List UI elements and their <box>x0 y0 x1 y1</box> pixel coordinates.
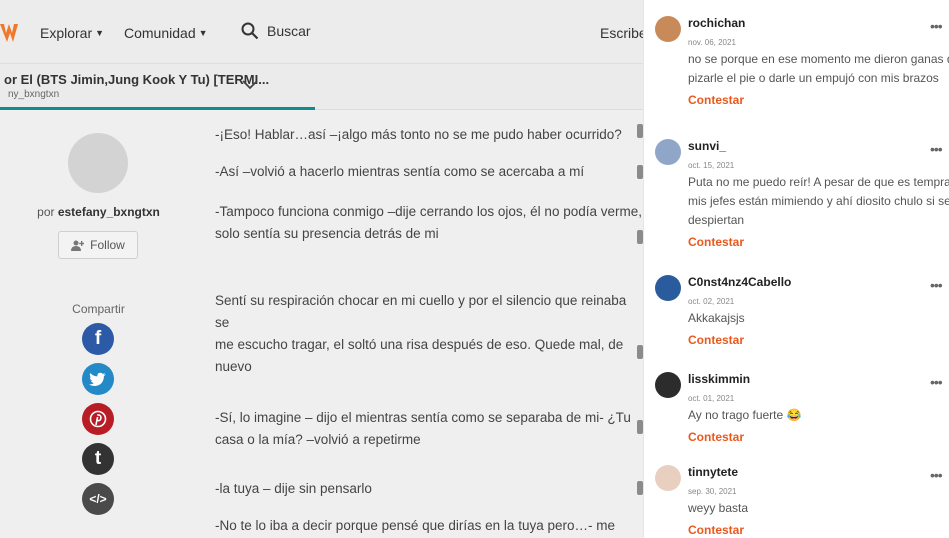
twitter-icon[interactable] <box>82 363 114 395</box>
paragraph-line: -No te lo iba a decir porque pensé que d… <box>215 518 615 533</box>
follow-button[interactable]: Follow <box>58 231 138 259</box>
story-author[interactable]: ny_bxngtxn <box>8 89 59 100</box>
community-label: Comunidad <box>124 25 196 41</box>
comment-text-line: Ay no trago fuerte 😂 <box>688 408 802 422</box>
story-paragraph: -Sí, lo imagine – dijo el mientras sentí… <box>215 407 631 451</box>
reading-progress-bar <box>0 107 643 110</box>
paragraph-line: nuevo <box>215 359 252 374</box>
tumblr-icon[interactable]: t <box>82 443 114 475</box>
explore-label: Explorar <box>40 25 93 41</box>
comment-text-line: no se porque en ese momento me dieron ga… <box>688 52 949 66</box>
commenter-avatar[interactable] <box>655 139 681 165</box>
commenter-username[interactable]: lisskimmin <box>688 372 750 386</box>
reply-button[interactable]: Contestar <box>688 235 744 249</box>
comment-text-line: despiertan <box>688 213 745 227</box>
paragraph-line: casa o la mía? –volvió a repetirme <box>215 432 421 447</box>
comment-text: Akkakajsjs <box>688 309 949 328</box>
top-navigation-bar: Explorar ▼ Comunidad ▼ Buscar Escribe <box>0 0 643 64</box>
facebook-icon[interactable]: f <box>82 323 114 355</box>
comment-text: Ay no trago fuerte 😂 <box>688 406 949 425</box>
comment-text-line: weyy basta <box>688 501 749 515</box>
commenter-username[interactable]: sunvi_ <box>688 139 726 153</box>
author-name-link[interactable]: estefany_bxngtxn <box>58 205 160 219</box>
reply-button[interactable]: Contestar <box>688 523 744 537</box>
caret-down-icon: ▼ <box>95 28 105 38</box>
commenter-username[interactable]: rochichan <box>688 16 745 30</box>
caret-down-icon: ▼ <box>198 28 208 38</box>
chevron-down-icon[interactable] <box>240 78 260 92</box>
comment-date: oct. 01, 2021 <box>688 394 735 403</box>
commenter-avatar[interactable] <box>655 372 681 398</box>
search-icon <box>241 22 259 40</box>
commenter-avatar[interactable] <box>655 16 681 42</box>
comment-date: oct. 02, 2021 <box>688 297 735 306</box>
author-avatar[interactable] <box>68 133 128 193</box>
commenter-avatar[interactable] <box>655 465 681 491</box>
story-paragraph: -No te lo iba a decir porque pensé que d… <box>215 515 615 537</box>
comment-text: no se porque en ese momento me dieron ga… <box>688 50 949 88</box>
paragraph-line: -la tuya – dije sin pensarlo <box>215 481 372 496</box>
comment-text-line: Puta no me puedo reír! A pesar de que es… <box>688 175 949 189</box>
paragraph-line: -¡Eso! Hablar…así –¡algo más tonto no se… <box>215 127 622 142</box>
comment-text-line: Akkakajsjs <box>688 311 745 325</box>
search-button[interactable]: Buscar <box>241 22 311 40</box>
reply-button[interactable]: Contestar <box>688 333 744 347</box>
more-options-icon[interactable]: ••• <box>930 277 943 293</box>
story-paragraph: -Tampoco funciona conmigo –dije cerrando… <box>215 201 642 245</box>
commenter-username[interactable]: C0nst4nz4Cabello <box>688 275 791 289</box>
embed-icon[interactable]: </> <box>82 483 114 515</box>
pinterest-icon[interactable] <box>82 403 114 435</box>
paragraph-line: -Sí, lo imagine – dijo el mientras sentí… <box>215 410 631 425</box>
wattpad-logo-icon[interactable] <box>0 22 18 44</box>
paragraph-line: Sentí su respiración chocar en mi cuello… <box>215 293 627 330</box>
comment-date: oct. 15, 2021 <box>688 161 735 170</box>
share-label: Compartir <box>72 302 125 316</box>
paragraph-line: me escucho tragar, el soltó una risa des… <box>215 337 624 352</box>
story-paragraph: -la tuya – dije sin pensarlo <box>215 478 372 500</box>
paragraph-line: solo sentía su presencia detrás de mi <box>215 226 439 241</box>
story-paragraph: -Así –volvió a hacerlo mientras sentía c… <box>215 161 584 183</box>
by-prefix: por <box>37 205 55 219</box>
commenter-username[interactable]: tinnytete <box>688 465 738 479</box>
comment-text-line: mis jefes están mimiendo y ahí diosito c… <box>688 194 949 208</box>
more-options-icon[interactable]: ••• <box>930 467 943 483</box>
reply-button[interactable]: Contestar <box>688 93 744 107</box>
reply-button[interactable]: Contestar <box>688 430 744 444</box>
comment-text: Puta no me puedo reír! A pesar de que es… <box>688 173 949 230</box>
comment-date: sep. 30, 2021 <box>688 487 737 496</box>
story-title[interactable]: or El (BTS Jimin,Jung Kook Y Tu) [TERMI.… <box>4 72 269 87</box>
more-options-icon[interactable]: ••• <box>930 141 943 157</box>
write-button[interactable]: Escribe <box>600 25 643 41</box>
story-paragraph: -¡Eso! Hablar…así –¡algo más tonto no se… <box>215 124 622 146</box>
comment-date: nov. 06, 2021 <box>688 38 736 47</box>
comment-text: weyy basta <box>688 499 949 518</box>
story-paragraph: Sentí su respiración chocar en mi cuello… <box>215 290 643 378</box>
search-label: Buscar <box>267 23 311 39</box>
more-options-icon[interactable]: ••• <box>930 374 943 390</box>
comments-panel: rochichan nov. 06, 2021 no se porque en es… <box>643 0 949 538</box>
community-menu[interactable]: Comunidad ▼ <box>124 25 208 41</box>
story-toolbar: or El (BTS Jimin,Jung Kook Y Tu) [TERMI.… <box>0 64 643 110</box>
add-user-icon <box>71 240 85 251</box>
commenter-avatar[interactable] <box>655 275 681 301</box>
paragraph-line: -Tampoco funciona conmigo –dije cerrando… <box>215 204 642 219</box>
more-options-icon[interactable]: ••• <box>930 18 943 34</box>
author-byline: por estefany_bxngtxn <box>0 205 197 219</box>
comment-text-line: pizarle el pie o darle un empujó con mis… <box>688 71 939 85</box>
paragraph-line: -Así –volvió a hacerlo mientras sentía c… <box>215 164 585 179</box>
reading-progress-fill <box>0 107 316 110</box>
story-reader: Explorar ▼ Comunidad ▼ Buscar Escribe or E… <box>0 0 643 538</box>
explore-menu[interactable]: Explorar ▼ <box>40 25 104 41</box>
follow-label: Follow <box>90 238 125 252</box>
